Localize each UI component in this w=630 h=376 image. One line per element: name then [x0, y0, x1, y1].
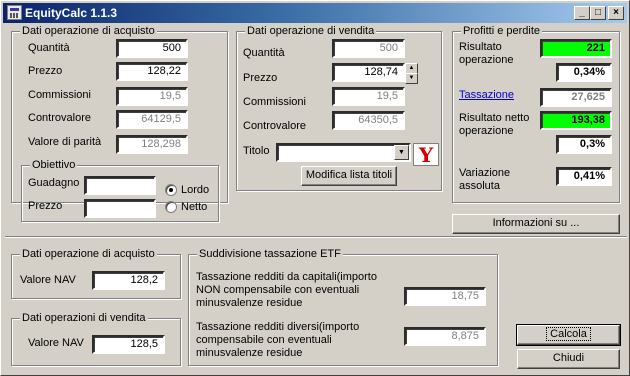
vendita-quantita-label: Quantità	[243, 47, 285, 59]
etf-tax-capitali-label: Tassazione redditi da capitali(importo N…	[196, 271, 377, 309]
acquisto-controvalore-field: 64129,5	[116, 110, 188, 129]
guadagno-field[interactable]	[84, 176, 156, 195]
close-icon[interactable]: ×	[608, 6, 624, 20]
informazioni-button[interactable]: Informazioni su ...	[452, 214, 620, 234]
obiettivo-prezzo-field[interactable]	[84, 199, 156, 218]
risultato-pct-field: 0,34%	[556, 63, 612, 82]
titolo-combo[interactable]: ▼	[276, 143, 411, 162]
etf-tax-title: Suddivisione tassazione ETF	[197, 248, 343, 260]
acquisto-parita-field: 128,298	[116, 135, 188, 154]
acquisto-parita-label: Valore di parità	[28, 136, 102, 148]
etf-acquisto-title: Dati operazione di acquisto	[20, 248, 157, 260]
risultato-netto-label: Risultato netto operazione	[459, 112, 530, 137]
risultato-netto-pct-field: 0,3%	[556, 135, 612, 154]
titolo-label: Titolo	[243, 145, 270, 157]
vendita-controvalore-field: 64350,5	[332, 111, 405, 130]
obiettivo-prezzo-label: Prezzo	[28, 200, 63, 212]
guadagno-label: Guadagno	[28, 177, 80, 189]
prezzo-spin-down-icon[interactable]: ▼	[405, 73, 418, 84]
vendita-commissioni-label: Commissioni	[243, 96, 306, 108]
profitti-title: Profitti e perdite	[461, 25, 543, 37]
vendita-quantita-field: 500	[332, 39, 405, 58]
title-bar[interactable]: EquityCalc 1.1.3 _ □ ×	[3, 3, 627, 23]
acquisto-prezzo-field[interactable]: 128,22	[116, 62, 188, 81]
acquisto-controvalore-label: Controvalore	[28, 112, 91, 124]
acquisto-prezzo-label: Prezzo	[28, 65, 63, 77]
section-divider	[5, 236, 627, 238]
variazione-label: Variazione assoluta	[459, 167, 511, 192]
window-title: EquityCalc 1.1.3	[25, 6, 118, 20]
obiettivo-title: Obiettivo	[30, 159, 78, 171]
etf-tax-capitali-field: 18,75	[404, 287, 486, 306]
yahoo-logo-icon[interactable]: Y	[413, 143, 439, 166]
etf-tax-diversi-label: Tassazione redditi diversi(importo compe…	[196, 321, 360, 359]
vendita-prezzo-field[interactable]: 128,74	[332, 63, 405, 82]
maximize-icon[interactable]: □	[590, 6, 606, 20]
minimize-icon[interactable]: _	[574, 6, 590, 20]
calcola-label: Calcola	[546, 327, 591, 341]
risultato-field: 221	[540, 39, 612, 58]
lordo-label[interactable]: Lordo	[181, 184, 209, 197]
chevron-down-icon[interactable]: ▼	[394, 145, 409, 160]
tassazione-field: 27,625	[540, 88, 612, 107]
vendita-title: Dati operazione di vendita	[245, 25, 377, 37]
acquisto-quantita-field[interactable]: 500	[116, 39, 188, 58]
netto-label[interactable]: Netto	[181, 201, 207, 214]
vendita-commissioni-field: 19,5	[332, 87, 405, 106]
acquisto-quantita-label: Quantità	[28, 42, 70, 54]
etf-vendita-nav-field[interactable]: 128,5	[92, 335, 165, 354]
vendita-controvalore-label: Controvalore	[243, 120, 306, 132]
modifica-lista-button[interactable]: Modifica lista titoli	[301, 166, 397, 186]
etf-vendita-nav-label: Valore NAV	[28, 337, 84, 349]
chiudi-button[interactable]: Chiudi	[517, 349, 620, 369]
variazione-field: 0,41%	[556, 167, 612, 186]
netto-radio[interactable]	[165, 201, 177, 213]
etf-tax-diversi-field: 8,875	[404, 327, 486, 346]
etf-acquisto-nav-field[interactable]: 128,2	[92, 271, 165, 290]
app-calculator-icon	[7, 5, 22, 20]
equitycalc-window: EquityCalc 1.1.3 _ □ × Dati operazione d…	[0, 0, 630, 376]
acquisto-title: Dati operazione di acquisto	[20, 25, 157, 37]
risultato-netto-field: 193,38	[540, 111, 612, 130]
tassazione-link[interactable]: Tassazione	[459, 89, 514, 102]
calcola-button[interactable]: Calcola	[516, 324, 621, 346]
risultato-label: Risultato operazione	[459, 41, 514, 66]
acquisto-commissioni-label: Commissioni	[28, 89, 91, 101]
vendita-prezzo-label: Prezzo	[243, 72, 278, 84]
etf-acquisto-nav-label: Valore NAV	[20, 274, 76, 286]
etf-vendita-title: Dati operazioni di vendita	[20, 312, 148, 324]
lordo-radio[interactable]	[165, 184, 177, 196]
acquisto-commissioni-field[interactable]: 19,5	[116, 87, 188, 106]
